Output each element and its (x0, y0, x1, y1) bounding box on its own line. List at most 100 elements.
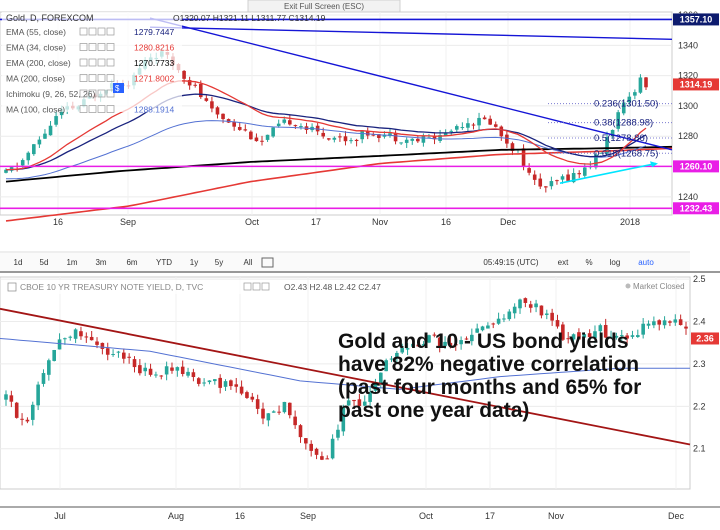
treasury-x-tick-label: Jul (54, 511, 66, 521)
gold-candle-body (32, 144, 36, 155)
gold-candle-body (521, 148, 526, 167)
treasury-candle-body (314, 448, 319, 455)
toolbar-scale-button[interactable]: log (610, 258, 621, 267)
gold-candle-body (26, 152, 31, 161)
treasury-candle-body (641, 323, 645, 335)
gold-candle-body (210, 101, 214, 109)
treasury-candle-body (63, 338, 67, 340)
toolbar-scale-button[interactable]: ext (558, 258, 569, 267)
gold-x-tick-label: Nov (372, 217, 389, 227)
treasury-candle-body (550, 312, 554, 321)
gold-legend-label: EMA (200, close) (6, 58, 71, 68)
treasury-candle-body (309, 443, 313, 451)
treasury-candle-body (20, 418, 24, 420)
treasury-candle-body (486, 325, 490, 329)
toolbar-range-button[interactable]: 1d (14, 258, 23, 267)
gold-candle-body (260, 140, 264, 142)
treasury-candle-body (25, 419, 30, 422)
treasury-candle-body (213, 379, 217, 382)
gold-candle-body (454, 126, 459, 130)
treasury-candle-body (95, 341, 99, 345)
gold-candle-body (198, 83, 203, 98)
gold-y-tick-label: 1240 (678, 192, 698, 202)
range-toolbar[interactable]: 1d 5d 1m 3m 6m YTD 1y 5y All 05:49:15 (UTC) ext% lo… (0, 251, 720, 273)
gold-x-tick-label: 2018 (620, 217, 640, 227)
gold-candle-body (493, 124, 498, 127)
treasury-candle-body (255, 399, 260, 409)
treasury-y-tick-label: 2.2 (693, 401, 706, 411)
gold-candle-body (265, 134, 270, 140)
gold-legend-label: MA (100, close) (6, 105, 65, 115)
treasury-candle-body (202, 382, 206, 384)
gold-fib-label: 0.236(1301.50) (594, 99, 658, 110)
treasury-candle-body (320, 456, 324, 460)
treasury-candle-body (245, 392, 249, 398)
treasury-candle-body (229, 380, 233, 387)
gold-x-tick-label: 16 (53, 217, 63, 227)
gold-candle-body (237, 127, 242, 130)
treasury-panel[interactable]: 2.1 2.2 2.3 2.4 2.5 Jul Aug 16 Sep Oct 17 Nov Dec 2.3… (0, 274, 720, 521)
toolbar-range-button[interactable]: 1y (190, 258, 198, 267)
gold-candle-body (232, 121, 236, 127)
gold-candle-body (249, 131, 253, 140)
gold-candle-body (544, 186, 548, 188)
treasury-candle-body (491, 323, 496, 325)
treasury-candle-body (304, 438, 308, 444)
treasury-candle-body (47, 360, 51, 375)
correlation-annotation-line: Gold and 10 - US bond yields (338, 330, 629, 353)
treasury-candle-body (36, 384, 40, 406)
treasury-candle-body (668, 321, 672, 323)
treasury-candle-body (539, 305, 544, 316)
toolbar-range-button[interactable]: 5d (40, 258, 49, 267)
treasury-candle-body (191, 372, 196, 378)
gold-candle-body (399, 142, 403, 144)
toolbar-scale-button[interactable]: auto (638, 258, 654, 267)
treasury-candle-body (657, 320, 662, 325)
gold-candle-body (477, 117, 481, 126)
gold-candle-body (299, 126, 303, 128)
gold-candle-body (644, 77, 648, 88)
treasury-candle-body (154, 374, 158, 376)
gold-panel[interactable]: 124012601280130013201340136016SepOct17No… (0, 10, 719, 227)
gold-price-tag-label: 1260.10 (680, 161, 713, 171)
chart-canvas[interactable]: Exit Full Screen (ESC)124012601280130013… (0, 0, 720, 530)
gold-candle-body (460, 127, 465, 129)
toolbar-range-button[interactable]: YTD (156, 258, 172, 267)
toolbar-range-button[interactable]: 6m (126, 258, 137, 267)
gold-x-tick-label: Oct (245, 217, 260, 227)
gold-candle-body (449, 130, 454, 132)
treasury-candle-body (116, 351, 121, 353)
gold-price-tag-label: 1357.10 (680, 14, 713, 24)
correlation-annotation-line: have 82% negative correlation (338, 353, 639, 376)
gold-candle-body (527, 168, 531, 173)
exit-fullscreen-label[interactable]: Exit Full Screen (ESC) (284, 2, 364, 11)
gold-candle-body (560, 176, 565, 180)
treasury-candle-body (218, 377, 222, 388)
toolbar-range-button[interactable]: All (244, 258, 253, 267)
gold-candle-body (282, 119, 287, 123)
treasury-candle-body (234, 384, 239, 387)
gold-title: Gold, D, FOREXCOM (6, 13, 94, 23)
toolbar-range-button[interactable]: 5y (215, 258, 223, 267)
toolbar-scale-button[interactable]: % (585, 258, 592, 267)
toolbar-clock: 05:49:15 (UTC) (483, 258, 538, 267)
gold-candle-body (488, 118, 492, 125)
toolbar-range-button[interactable]: 3m (95, 258, 106, 267)
treasury-candle-body (523, 298, 528, 303)
gold-candle-body (505, 134, 509, 144)
toolbar-range-button[interactable]: 1m (66, 258, 77, 267)
treasury-candle-body (68, 336, 73, 338)
treasury-x-tick-label: Oct (419, 511, 434, 521)
gold-candle-body (549, 181, 554, 187)
treasury-candle-body (132, 359, 137, 368)
treasury-candle-body (250, 396, 255, 400)
treasury-candle-body (196, 378, 201, 384)
gold-candle-body (54, 116, 58, 125)
chart-workspace: Exit Full Screen (ESC)124012601280130013… (0, 0, 720, 530)
gold-ohlc: O1320.07 H1321.11 L1311.77 C1314.19 (173, 13, 326, 23)
gold-candle-body (349, 140, 353, 142)
gold-legend-label: MA (200, close) (6, 74, 65, 84)
gold-legend-label: EMA (34, close) (6, 43, 66, 53)
treasury-candle-body (207, 380, 212, 383)
gold-candle-body (532, 174, 537, 180)
